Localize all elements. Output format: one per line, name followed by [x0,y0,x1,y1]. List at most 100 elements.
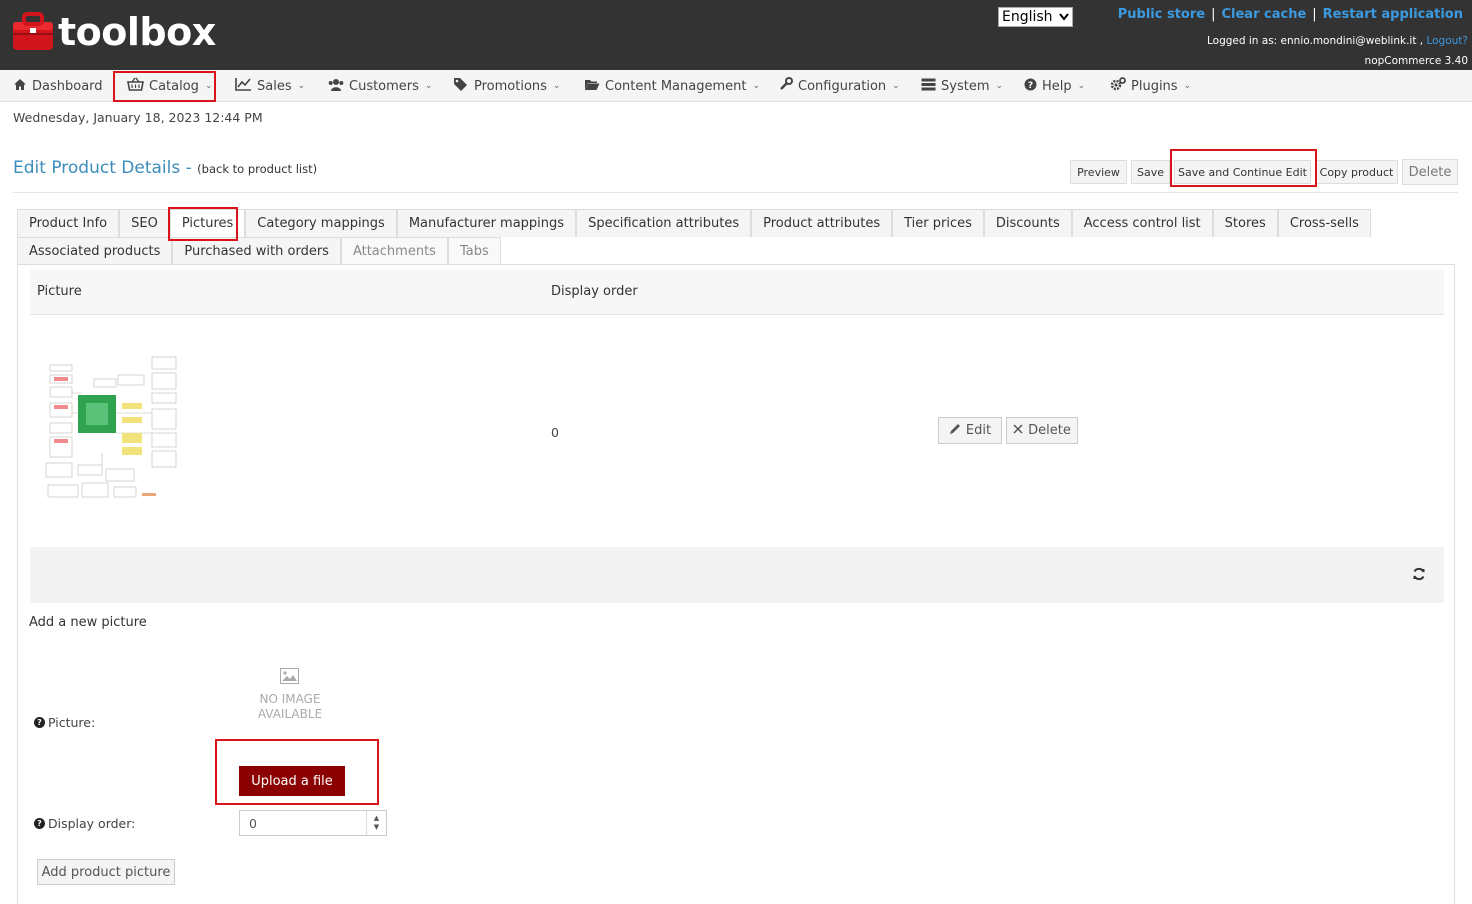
header-links: Public store | Clear cache | Restart app… [1118,7,1463,22]
nav-label: System [941,78,990,94]
nav-configuration[interactable]: Configuration ⌄ [779,70,900,102]
app-logo[interactable]: toolbox [12,12,216,52]
nav-label: Customers [349,78,419,94]
quantity-stepper[interactable]: ▲ ▼ [366,811,386,835]
no-image-line-2: AVAILABLE [257,707,323,721]
nav-dashboard[interactable]: Dashboard [13,70,103,102]
display-order-label: ? Display order: [34,816,135,831]
copy-product-button[interactable]: Copy product [1315,160,1398,184]
save-continue-highlight-box [1170,149,1317,187]
tab-stores[interactable]: Stores [1212,209,1278,237]
delete-picture-button[interactable]: Delete [1006,417,1078,444]
chart-line-icon [235,77,252,95]
arrow-up-icon[interactable]: ▲ [374,814,379,823]
nav-sales[interactable]: Sales ⌄ [235,70,305,102]
chevron-down-icon: ⌄ [892,81,900,91]
picture-label-text: Picture: [48,715,96,730]
tab-product-info[interactable]: Product Info [17,209,120,237]
upload-highlight-box [215,739,379,805]
arrow-down-icon[interactable]: ▼ [374,823,379,832]
chevron-down-icon: ⌄ [1077,81,1086,91]
tab-seo[interactable]: SEO [119,209,170,237]
no-image-line-1: NO IMAGE [259,692,321,706]
tabs-row-2: Associated products Purchased with order… [17,237,501,265]
question-circle-icon: ? [1024,78,1037,95]
chevron-down-icon: ⌄ [552,81,561,91]
tab-associated-products[interactable]: Associated products [17,237,173,265]
pictures-tab-highlight-box [168,207,238,241]
page-title-text: Edit Product Details - [13,158,192,178]
chevron-down-icon: ⌄ [995,81,1004,91]
nav-promotions[interactable]: Promotions ⌄ [453,70,560,102]
tab-attachments[interactable]: Attachments [340,237,448,265]
tab-purchased-with-orders[interactable]: Purchased with orders [172,237,341,265]
picture-label: ? Picture: [34,715,95,730]
nav-label: Configuration [798,78,887,94]
nav-label: Help [1042,78,1072,94]
catalog-highlight-box [113,71,216,102]
version-label: nopCommerce 3.40 [1364,55,1468,67]
app-name: toolbox [58,10,216,54]
refresh-icon[interactable] [1412,567,1426,585]
nav-label: Content Management [605,78,747,94]
product-picture-thumbnail[interactable] [42,353,180,505]
chevron-down-icon [1059,9,1069,25]
tab-cross-sells[interactable]: Cross-sells [1277,209,1371,237]
logged-in-text: Logged in as: ennio.mondini@weblink.it , [1206,35,1424,47]
tab-category-mappings[interactable]: Category mappings [245,209,397,237]
tab-tier-prices[interactable]: Tier prices [892,209,984,237]
nav-label: Promotions [474,78,547,94]
grid-pager [30,547,1444,603]
main-nav: Dashboard Catalog ⌄ Sales ⌄ Customers ⌄ … [0,70,1472,102]
tab-product-attributes[interactable]: Product attributes [751,209,893,237]
logout-link[interactable]: Logout? [1426,35,1468,47]
add-product-picture-button[interactable]: Add product picture [37,859,175,885]
restart-application-link[interactable]: Restart application [1323,7,1463,22]
grid-header: Picture Display order [30,269,1444,315]
question-icon[interactable]: ? [34,717,45,728]
column-picture: Picture [37,284,82,299]
public-store-link[interactable]: Public store [1118,7,1205,22]
column-display-order: Display order [551,284,638,299]
pictures-panel: Picture Display order 0 Edit Delete Add … [17,264,1455,904]
toolbox-icon [12,12,54,52]
edit-picture-button[interactable]: Edit [938,417,1002,444]
edit-label: Edit [965,423,992,438]
close-icon [1013,423,1023,438]
logged-in-info: Logged in as: ennio.mondini@weblink.it ,… [1207,35,1468,47]
picture-display-order: 0 [551,425,559,440]
users-icon [328,78,344,95]
nav-label: Plugins [1131,78,1178,94]
language-value: English [1002,9,1053,25]
preview-button[interactable]: Preview [1070,160,1127,184]
home-icon [13,78,27,95]
image-placeholder-icon [280,668,299,688]
delete-product-button[interactable]: Delete [1402,159,1458,185]
nav-help[interactable]: ? Help ⌄ [1024,70,1085,102]
server-icon [921,78,936,95]
tab-specification-attributes[interactable]: Specification attributes [576,209,752,237]
page-title: Edit Product Details - (back to product … [13,158,317,178]
clear-cache-link[interactable]: Clear cache [1221,7,1306,22]
language-select[interactable]: English [998,7,1073,27]
nav-content-management[interactable]: Content Management ⌄ [584,70,760,102]
tab-discounts[interactable]: Discounts [983,209,1072,237]
question-icon[interactable]: ? [34,818,45,829]
nav-customers[interactable]: Customers ⌄ [328,70,432,102]
chevron-down-icon: ⌄ [424,81,433,91]
separator: | [1312,7,1317,22]
nav-plugins[interactable]: Plugins ⌄ [1110,70,1191,102]
tags-icon [453,77,469,95]
chevron-down-icon: ⌄ [297,81,306,91]
folder-open-icon [584,78,600,95]
nav-label: Sales [257,78,292,94]
tab-tabs[interactable]: Tabs [447,237,501,265]
back-to-list-link[interactable]: (back to product list) [197,162,317,176]
display-order-input[interactable]: 0 ▲ ▼ [239,810,387,836]
nav-system[interactable]: System ⌄ [921,70,1003,102]
current-date: Wednesday, January 18, 2023 12:44 PM [13,110,263,125]
tab-manufacturer-mappings[interactable]: Manufacturer mappings [396,209,577,237]
pencil-icon [949,423,961,439]
save-button[interactable]: Save [1131,160,1170,184]
tab-access-control-list[interactable]: Access control list [1071,209,1213,237]
